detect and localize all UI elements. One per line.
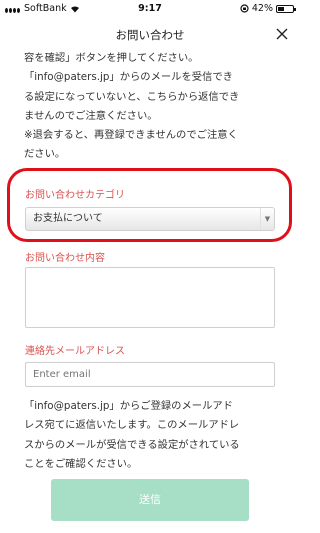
status-bar: SoftBank 9:17 42%: [0, 0, 300, 18]
category-select[interactable]: お支払について ▼: [25, 207, 275, 231]
battery-percent: 42%: [251, 3, 273, 14]
content-label: お問い合わせ内容: [25, 253, 105, 264]
header: お問い合わせ: [0, 18, 300, 52]
content-textarea[interactable]: [25, 267, 275, 328]
battery-icon: [276, 4, 296, 13]
email-field[interactable]: [25, 362, 275, 387]
category-label: お問い合わせカテゴリ: [25, 190, 125, 201]
email-label: 連絡先メールアドレス: [25, 346, 125, 357]
rotation-lock-icon: [240, 4, 249, 13]
close-icon[interactable]: [274, 26, 290, 42]
page-title: お問い合わせ: [115, 28, 185, 42]
footer-note: 「info@paters.jp」からご登録のメールアド レス宛てに返信いたします…: [24, 400, 240, 470]
status-right: 42%: [240, 3, 296, 14]
notice-text: 容を確認」ボタンを押してください。 「info@paters.jp」からのメール…: [24, 52, 240, 161]
chevron-down-icon: ▼: [260, 208, 274, 230]
category-selected-value: お支払について: [33, 213, 103, 224]
submit-button[interactable]: 送信: [51, 479, 249, 521]
